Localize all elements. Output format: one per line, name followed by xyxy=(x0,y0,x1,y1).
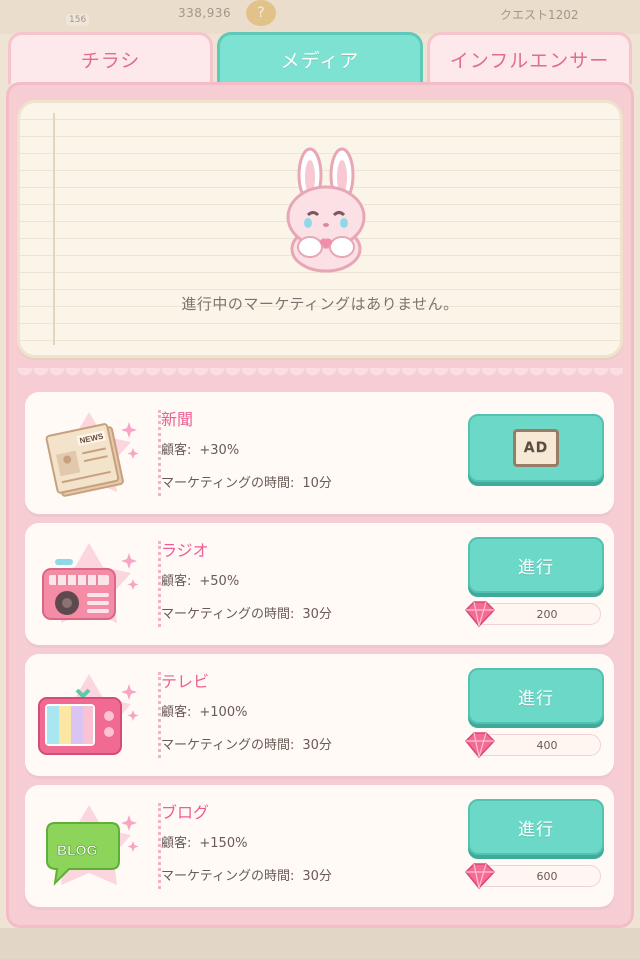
time-label: マーケティングの時間: xyxy=(161,607,295,622)
customers-label: 顧客: xyxy=(161,705,192,720)
start-button[interactable]: 進行 xyxy=(468,537,604,593)
time-info: マーケティングの時間: 30分 xyxy=(161,865,332,884)
time-value: 30分 xyxy=(302,607,332,622)
tab-influencer[interactable]: インフルエンサー xyxy=(427,32,632,84)
tab-flyer[interactable]: チラシ xyxy=(8,32,213,84)
coin-icon: ? xyxy=(246,0,276,26)
tab-media-label: メディア xyxy=(280,50,360,72)
time-value: 30分 xyxy=(302,738,332,753)
time-label: マーケティングの時間: xyxy=(161,476,295,491)
marketing-item-radio: ラジオ 顧客: +50% マーケティングの時間: 30分 進行 200 xyxy=(25,523,614,645)
tab-flyer-label: チラシ xyxy=(80,50,141,72)
level-badge: 156 xyxy=(66,14,90,26)
blog-icon: BLOG xyxy=(33,797,145,897)
newspaper-icon: NEWS xyxy=(33,404,145,504)
item-title: ラジオ xyxy=(161,541,209,560)
start-button[interactable]: 進行 xyxy=(468,668,604,724)
tab-influencer-label: インフルエンサー xyxy=(449,50,610,72)
tv-icon xyxy=(33,666,145,766)
gem-icon xyxy=(464,601,496,628)
gem-icon xyxy=(464,732,496,759)
background-status-bar: 156 338,936 ? クエスト1202 xyxy=(0,0,640,34)
customers-value: +30% xyxy=(199,443,240,458)
marketing-item-tv: テレビ 顧客: +100% マーケティングの時間: 30分 進行 400 xyxy=(25,654,614,776)
quest-label: クエスト1202 xyxy=(500,8,579,22)
time-info: マーケティングの時間: 30分 xyxy=(161,734,332,753)
customers-value: +150% xyxy=(199,836,248,851)
customers-label: 顧客: xyxy=(161,443,192,458)
background-bottom-strip xyxy=(0,928,640,959)
customers-label: 顧客: xyxy=(161,836,192,851)
customers-info: 顧客: +50% xyxy=(161,570,239,589)
time-label: マーケティングの時間: xyxy=(161,738,295,753)
gem-icon xyxy=(464,863,496,890)
time-value: 30分 xyxy=(302,869,332,884)
watch-ad-button[interactable]: AD xyxy=(468,414,604,482)
scallop-divider xyxy=(17,368,623,380)
blog-bubble-label: BLOG xyxy=(57,842,98,858)
customers-info: 顧客: +150% xyxy=(161,832,247,851)
radio-icon xyxy=(33,535,145,635)
empty-state-message: 進行中のマーケティングはありません。 xyxy=(181,295,459,313)
item-title: ブログ xyxy=(161,803,210,822)
time-info: マーケティングの時間: 10分 xyxy=(161,472,332,491)
marketing-item-blog: BLOG ブログ 顧客: +150% マーケティングの時間: 30分 進行 600 xyxy=(25,785,614,907)
marketing-item-newspaper: NEWS 新聞 顧客: +30% マーケティングの時間: 10分 AD xyxy=(25,392,614,514)
active-marketing-notepad: 進行中のマーケティングはありません。 xyxy=(17,100,623,358)
time-info: マーケティングの時間: 30分 xyxy=(161,603,332,622)
coin-count: 338,936 xyxy=(178,6,232,20)
tab-media[interactable]: メディア xyxy=(217,32,423,84)
customers-info: 顧客: +30% xyxy=(161,439,239,458)
item-title: テレビ xyxy=(161,672,210,691)
customers-label: 顧客: xyxy=(161,574,192,589)
customers-info: 顧客: +100% xyxy=(161,701,247,720)
ad-icon: AD xyxy=(513,429,559,467)
customers-value: +100% xyxy=(199,705,248,720)
bunny-mascot-icon xyxy=(286,147,366,273)
time-label: マーケティングの時間: xyxy=(161,869,295,884)
item-title: 新聞 xyxy=(161,410,194,429)
customers-value: +50% xyxy=(199,574,240,589)
start-button[interactable]: 進行 xyxy=(468,799,604,855)
time-value: 10分 xyxy=(302,476,332,491)
